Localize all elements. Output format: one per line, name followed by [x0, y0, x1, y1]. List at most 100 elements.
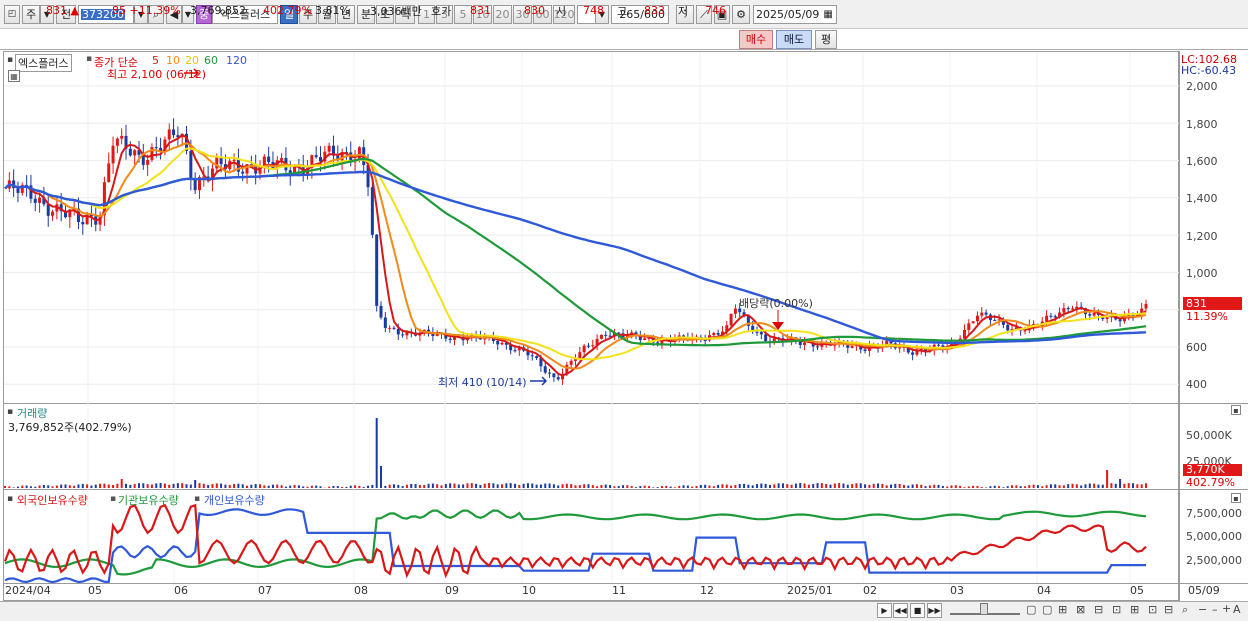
- nav-tool-4-icon[interactable]: ⊠: [1076, 603, 1085, 616]
- volume-bar: [963, 487, 966, 488]
- volume-bar: [781, 483, 784, 488]
- nav-tool-6-icon[interactable]: ⊡: [1112, 603, 1121, 616]
- x-tick-08: 08: [354, 584, 368, 597]
- volume-bar: [915, 484, 918, 488]
- zoom-search-icon[interactable]: ⌕: [1182, 603, 1188, 617]
- holding-panel-icon[interactable]: ▪: [7, 494, 13, 504]
- volume-bar: [1002, 487, 1005, 488]
- ma-60-line: [4, 157, 1147, 347]
- candle-body: [388, 327, 392, 329]
- volume-bar: [1006, 486, 1009, 488]
- last-volume-marker: 3,770K: [1183, 464, 1242, 476]
- rewind-icon[interactable]: ◀◀: [893, 603, 908, 618]
- volume-bar: [790, 484, 793, 488]
- volume-bar: [825, 484, 828, 488]
- volume-bar: [708, 485, 711, 488]
- volume-bar: [807, 484, 810, 488]
- volume-bar: [90, 485, 93, 488]
- volume-bar: [194, 480, 197, 488]
- low-note: 최저 410 (10/14): [438, 376, 527, 389]
- volume-bar: [38, 485, 41, 488]
- zoom-slider-handle[interactable]: [980, 603, 988, 615]
- candle-body: [971, 321, 975, 324]
- stop-icon[interactable]: ■: [910, 603, 925, 618]
- zoom-reset-icon[interactable]: –: [1212, 603, 1218, 616]
- volume-value: 3,769,852주(402.79%): [8, 421, 132, 434]
- holding-panel-close-icon[interactable]: ▪: [1231, 493, 1241, 503]
- candle-body: [967, 323, 971, 330]
- volume-bar: [250, 484, 253, 488]
- volume-bar: [522, 483, 525, 488]
- hc-value: HC:-60.43: [1181, 64, 1237, 77]
- price-panel-title[interactable]: 엑스플러스: [15, 54, 72, 72]
- x-tick-07: 07: [258, 584, 272, 597]
- volume-bar: [1136, 484, 1139, 488]
- x-tick-05: 05: [88, 584, 102, 597]
- x-tick-end: 05/09: [1188, 584, 1220, 597]
- volume-bar: [367, 485, 370, 488]
- holding-lines: [3, 503, 1147, 584]
- volume-bar: [25, 485, 28, 488]
- volume-bar: [94, 484, 97, 488]
- volume-bar: [673, 487, 676, 488]
- volume-bar: [202, 483, 205, 488]
- legend-institution[interactable]: 기관보유수량: [118, 492, 179, 508]
- volume-bar: [682, 485, 685, 488]
- volume-bar: [280, 485, 283, 488]
- volume-bar: [1088, 483, 1091, 488]
- volume-bar: [1015, 485, 1018, 488]
- volume-bar: [319, 486, 322, 488]
- moving-average-lines: [4, 68, 1147, 386]
- nav-tool-9-icon[interactable]: ⊟: [1164, 603, 1173, 616]
- volume-bar: [812, 484, 815, 488]
- volume-bar: [998, 486, 1001, 488]
- y-tick-1000: 1,000: [1186, 267, 1218, 280]
- candle-body: [193, 179, 197, 191]
- candle-body: [128, 148, 132, 156]
- candle-body: [375, 234, 379, 306]
- nav-tool-3-icon[interactable]: ⊞: [1058, 603, 1067, 616]
- volume-bar: [4, 486, 6, 488]
- scroll-right-icon[interactable]: ▶: [877, 603, 892, 618]
- volume-bar: [401, 486, 404, 488]
- volume-bar: [604, 484, 607, 488]
- font-size-icon[interactable]: A: [1233, 603, 1241, 616]
- volume-bar: [695, 485, 698, 488]
- volume-bar: [838, 483, 841, 488]
- volume-bar: [185, 484, 188, 488]
- nav-tool-2-icon[interactable]: ▢: [1042, 603, 1052, 616]
- zoom-in-icon[interactable]: +: [1222, 602, 1231, 615]
- volume-bar: [881, 484, 884, 488]
- volume-panel-icon[interactable]: ▪: [7, 407, 13, 417]
- panel-settings-icon[interactable]: ▪: [7, 55, 13, 65]
- ma-120-label[interactable]: 120: [226, 54, 247, 67]
- holding-y-tick-2500000: 2,500,000: [1186, 554, 1242, 567]
- volume-bar: [496, 484, 499, 488]
- fast-forward-icon[interactable]: ▶▶: [927, 603, 942, 618]
- volume-bar: [972, 485, 975, 488]
- volume-bar: [717, 484, 720, 488]
- volume-bar: [457, 484, 460, 488]
- ma-60-label[interactable]: 60: [204, 54, 218, 67]
- legend-foreign[interactable]: 외국인보유수량: [17, 492, 88, 508]
- volume-bar: [1067, 484, 1070, 488]
- candle-body: [552, 373, 556, 378]
- chart-canvas[interactable]: [0, 0, 1248, 621]
- x-tick-04: 04: [1037, 584, 1051, 597]
- volume-bar: [859, 483, 862, 488]
- volume-panel-close-icon[interactable]: ▪: [1231, 405, 1241, 415]
- candle-body: [1066, 308, 1070, 310]
- nav-tool-7-icon[interactable]: ⊞: [1130, 603, 1139, 616]
- zoom-out-icon[interactable]: −: [1198, 603, 1207, 616]
- volume-bar: [150, 484, 153, 488]
- legend-individual[interactable]: 개인보유수량: [204, 492, 265, 508]
- y-tick-1800: 1,800: [1186, 118, 1218, 131]
- volume-bar: [466, 483, 469, 488]
- volume-bar: [55, 485, 58, 488]
- nav-tool-1-icon[interactable]: ▢: [1026, 603, 1036, 616]
- nav-tool-8-icon[interactable]: ⊡: [1148, 603, 1157, 616]
- candle-body: [1045, 315, 1049, 322]
- volume-bar: [868, 484, 871, 488]
- nav-tool-5-icon[interactable]: ⊟: [1094, 603, 1103, 616]
- table-icon[interactable]: ▦: [8, 70, 20, 82]
